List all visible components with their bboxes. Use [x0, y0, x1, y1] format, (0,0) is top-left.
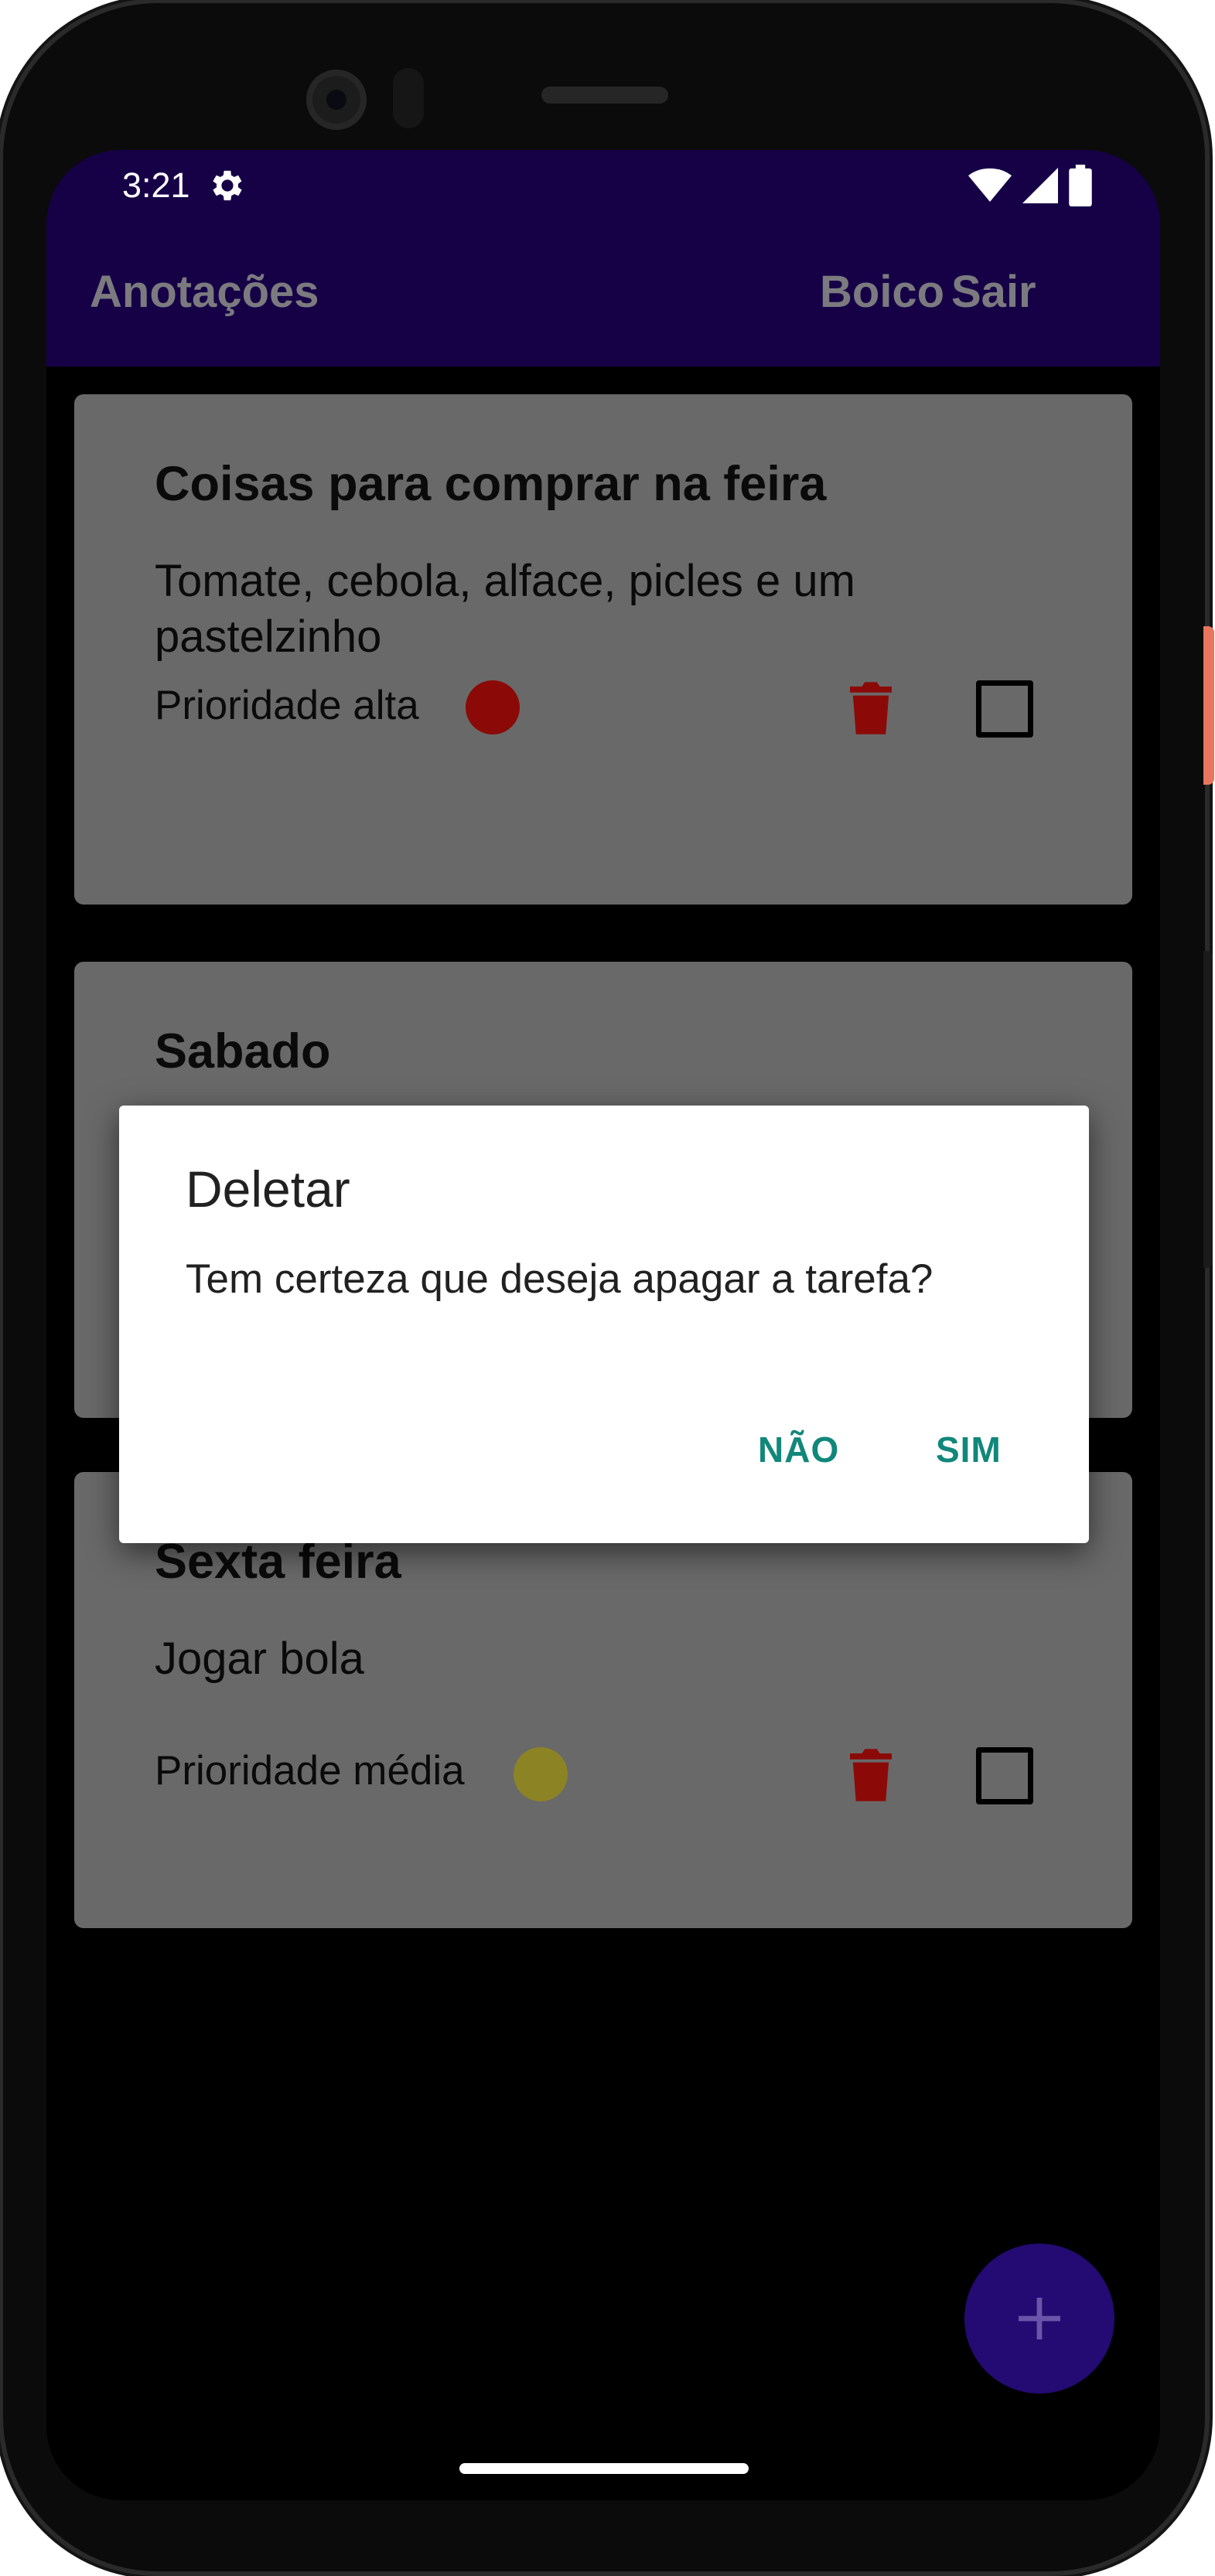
note-title: Sabado — [155, 1024, 331, 1078]
menu-item-sair[interactable]: Sair — [951, 266, 1036, 318]
volume-button — [1203, 951, 1213, 1268]
wifi-icon — [968, 168, 1012, 202]
priority-label: Prioridade alta — [155, 683, 419, 728]
done-checkbox[interactable] — [976, 1747, 1033, 1804]
dialog-title: Deletar — [186, 1160, 350, 1218]
earpiece-speaker — [541, 87, 668, 104]
note-description: Jogar bola — [155, 1634, 364, 1684]
dialog-no-button[interactable]: NÃO — [758, 1429, 839, 1470]
dialog-message: Tem certeza que deseja apagar a tarefa? — [186, 1256, 933, 1302]
done-checkbox[interactable] — [976, 680, 1033, 738]
priority-indicator — [466, 680, 520, 734]
status-icons — [968, 164, 1092, 207]
settings-icon — [213, 170, 242, 201]
delete-dialog: Deletar Tem certeza que deseja apagar a … — [119, 1106, 1089, 1543]
trash-icon[interactable] — [850, 1747, 892, 1801]
front-camera — [306, 70, 367, 130]
power-button — [1203, 626, 1214, 785]
home-indicator[interactable] — [459, 2463, 749, 2474]
note-title: Coisas para comprar na feira — [155, 457, 827, 511]
menu-item-boico[interactable]: Boico — [820, 266, 944, 318]
note-card[interactable]: Coisas para comprar na feira Tomate, ceb… — [74, 394, 1132, 905]
priority-indicator — [514, 1747, 568, 1801]
priority-label: Prioridade média — [155, 1748, 465, 1794]
proximity-sensor — [393, 68, 424, 128]
note-description: Tomate, cebola, alface, picles e um past… — [155, 556, 855, 662]
app-bar: 3:21 Anotações Boico Sair — [46, 150, 1160, 366]
screen: 3:21 Anotações Boico Sair Coisas para co… — [46, 150, 1160, 2500]
trash-icon[interactable] — [850, 680, 892, 734]
add-note-button[interactable] — [964, 2244, 1114, 2394]
battery-icon — [1069, 165, 1092, 206]
dialog-yes-button[interactable]: SIM — [936, 1429, 1002, 1470]
plus-icon — [1019, 2298, 1060, 2339]
app-title: Anotações — [90, 267, 319, 317]
signal-icon — [1022, 168, 1058, 203]
status-time: 3:21 — [122, 165, 190, 205]
